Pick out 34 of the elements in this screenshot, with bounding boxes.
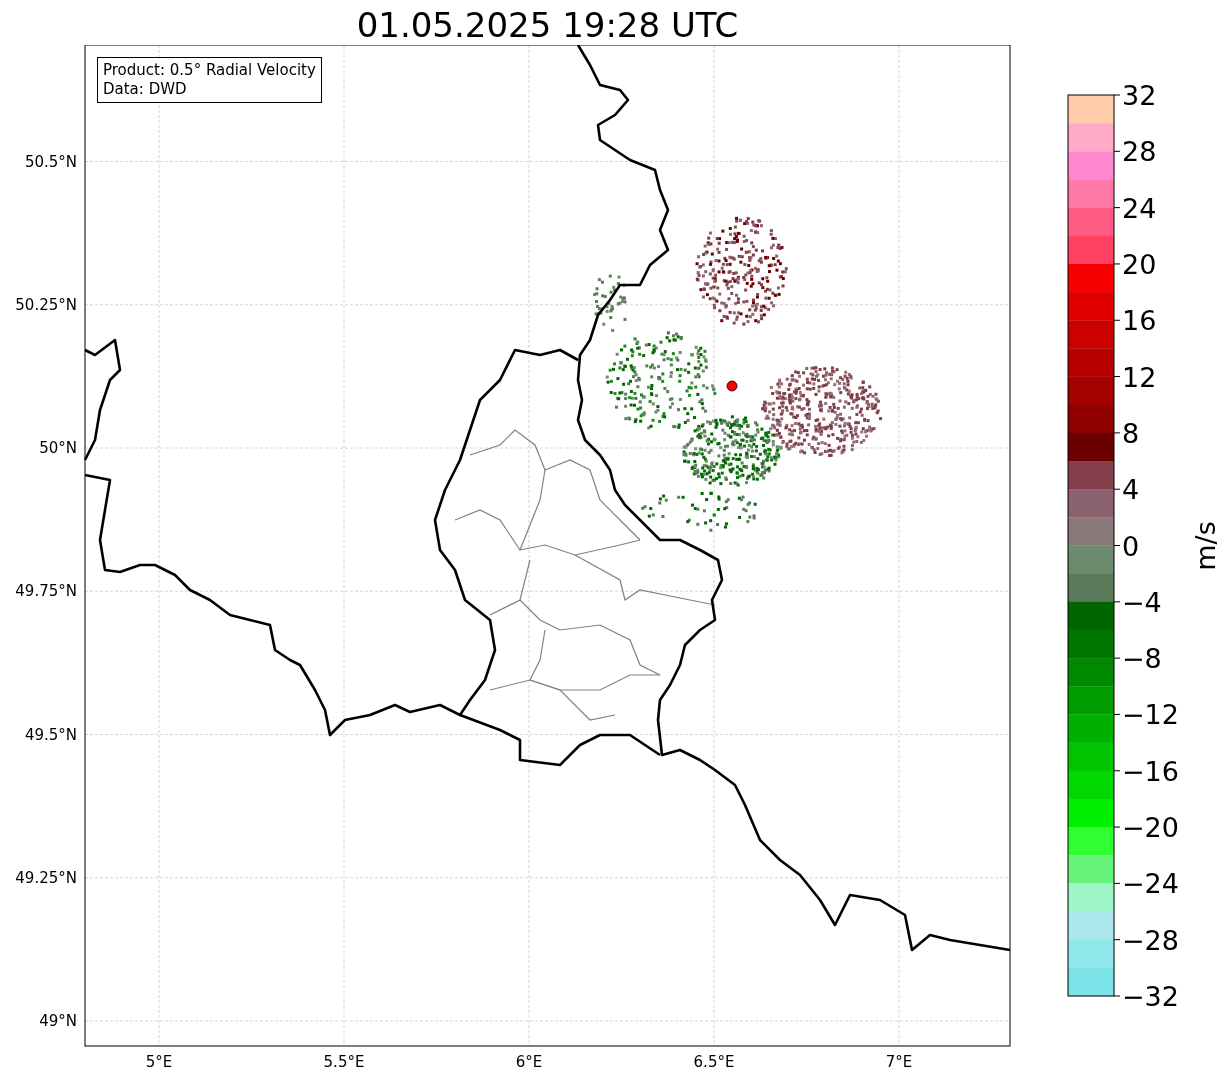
axis-tick-label: 49.75°N [15,582,77,601]
info-text: Data: DWD [103,80,188,99]
axis-tick-label: 5.5°E [323,1053,365,1071]
axis-tick-label: 7°E [885,1053,913,1071]
colorbar-tick-label: 24 [1122,192,1157,224]
colorbar-tick-label: −12 [1122,699,1179,731]
colorbar-tick-label: 4 [1122,474,1140,506]
colorbar-tick-label: 16 [1122,305,1157,337]
colorbar-tick-label: 12 [1122,361,1157,393]
colorbar-tick-label: −20 [1122,812,1179,844]
colorbar-tick-label: −4 [1122,586,1162,618]
colorbar-tick-label: −24 [1122,868,1179,900]
colorbar-tick-label: 8 [1122,417,1140,449]
colorbar-label: m/s [1190,521,1221,571]
colorbar-tick-label: −8 [1122,643,1162,675]
colorbar-tick-label: 0 [1122,530,1140,562]
axis-tick-label: 50°N [39,439,77,457]
radar-site-marker [726,380,738,392]
axis-tick-label: 49.25°N [15,868,77,887]
colorbar-tick-label: 20 [1122,248,1157,280]
colorbar-tick-label: −16 [1122,755,1179,787]
axis-tick-label: 5°E [145,1053,173,1071]
axis-tick-label: 6.5°E [693,1053,735,1071]
colorbar-tick-label: −28 [1122,924,1179,956]
colorbar-tick-label: −32 [1122,981,1179,1012]
figure-title: 01.05.2025 19:28 UTC [356,5,739,45]
colorbar-tick-label: 28 [1122,136,1157,168]
axis-tick-label: 49°N [39,1012,77,1030]
axis-tick-label: 49.5°N [24,725,77,744]
colorbar-tick-label: 32 [1122,80,1157,111]
axis-tick-label: 50.5°N [24,152,77,171]
axis-tick-label: 6°E [515,1053,543,1071]
axis-tick-label: 50.25°N [15,295,77,314]
info-text: Product: 0.5° Radial Velocity [103,61,316,80]
